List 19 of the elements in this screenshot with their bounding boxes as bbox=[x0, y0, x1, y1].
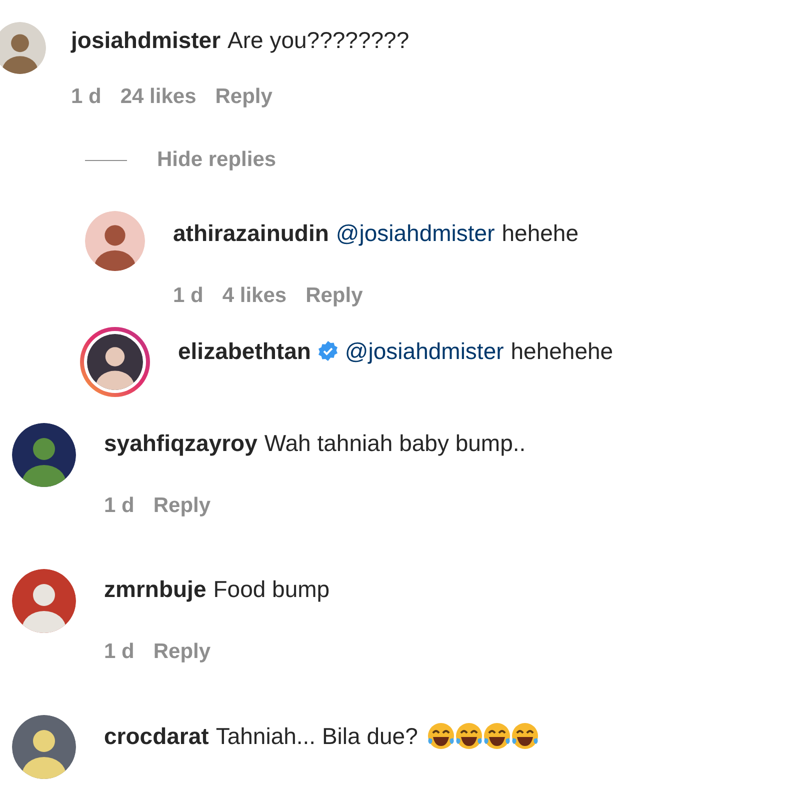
username-link[interactable]: zmrnbuje bbox=[104, 574, 206, 604]
username-link[interactable]: athirazainudin bbox=[173, 218, 329, 248]
comment-text: Are you???????? bbox=[228, 26, 410, 55]
timestamp: 1 d bbox=[104, 639, 134, 665]
comment-text: Food bump bbox=[213, 575, 330, 604]
mention-link[interactable]: @josiahdmister bbox=[336, 218, 495, 248]
comment-text: Tahniah... Bila due? bbox=[216, 722, 418, 751]
timestamp: 1 d bbox=[71, 84, 102, 110]
comment-text: hehehe bbox=[502, 219, 578, 248]
mention-link[interactable]: @josiahdmister bbox=[344, 336, 504, 366]
username-link[interactable]: crocdarat bbox=[104, 721, 209, 751]
timestamp: 1 d bbox=[104, 493, 134, 519]
username-link[interactable]: syahfiqzayroy bbox=[104, 428, 258, 458]
timestamp: 1 d bbox=[173, 283, 204, 309]
comment-text: hehehehe bbox=[510, 337, 614, 366]
username-link[interactable]: josiahdmister bbox=[71, 25, 221, 55]
comment-text: Wah tahniah baby bump.. bbox=[264, 429, 526, 458]
username-link[interactable]: elizabethtan bbox=[178, 336, 311, 366]
avatar[interactable] bbox=[87, 334, 143, 390]
